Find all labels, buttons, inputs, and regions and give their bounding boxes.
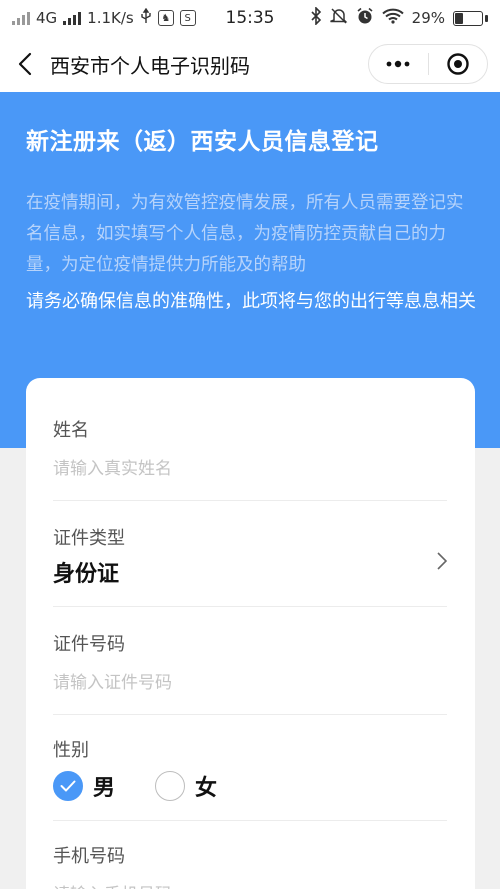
hero-title: 新注册来（返）西安人员信息登记 <box>26 129 379 155</box>
battery-percent: 29% <box>411 9 445 27</box>
name-field[interactable]: 姓名 请输入真实姓名 <box>53 416 447 479</box>
mute-bell-icon <box>329 7 348 29</box>
id-number-label: 证件号码 <box>53 634 125 655</box>
close-miniprogram-button[interactable] <box>429 45 488 83</box>
divider <box>53 606 447 607</box>
registration-form-card: 姓名 请输入真实姓名 证件类型 身份证 证件号码 请输入证件号码 性别 男 女 <box>26 378 475 889</box>
battery-icon <box>453 10 488 26</box>
id-type-label: 证件类型 <box>53 528 125 549</box>
gender-female-label: 女 <box>195 776 218 801</box>
gender-male-label: 男 <box>93 776 116 801</box>
back-button[interactable] <box>0 36 50 92</box>
bluetooth-icon <box>310 6 322 29</box>
status-bar: 4G 1.1K/s ♞ S 15:35 29% <box>0 0 500 36</box>
phone-field[interactable]: 手机号码 请输入手机号码 <box>53 842 447 889</box>
hero-description: 在疫情期间，为有效管控疫情发展，所有人员需要登记实名信息，如实填写个人信息，为疫… <box>26 193 464 275</box>
app-notification-icon: ♞ <box>157 10 174 26</box>
signal-strength-icon <box>63 11 82 25</box>
hero-note: 请务必确保信息的准确性，此项将与您的出行等息息相关 <box>26 291 476 312</box>
signal-icon <box>12 11 30 25</box>
alarm-icon <box>356 7 374 29</box>
phone-input[interactable]: 请输入手机号码 <box>53 880 447 889</box>
name-label: 姓名 <box>53 420 89 441</box>
s-notification-icon: S <box>179 10 196 26</box>
chevron-right-icon <box>437 552 447 570</box>
usb-icon <box>140 7 152 28</box>
chevron-left-icon <box>18 52 32 76</box>
divider <box>53 820 447 821</box>
network-speed: 1.1K/s <box>87 9 134 27</box>
gender-radio-group: 男 女 <box>53 770 447 802</box>
target-circle-icon <box>447 53 469 75</box>
status-left: 4G 1.1K/s ♞ S <box>12 7 196 28</box>
id-number-input[interactable]: 请输入证件号码 <box>53 668 447 693</box>
wifi-icon <box>381 8 404 28</box>
divider <box>53 500 447 501</box>
network-type: 4G <box>36 9 58 27</box>
name-input[interactable]: 请输入真实姓名 <box>53 454 447 479</box>
more-dots-icon <box>386 60 410 68</box>
id-type-select[interactable]: 身份证 <box>53 556 447 588</box>
phone-label: 手机号码 <box>53 846 125 867</box>
miniprogram-capsule <box>368 44 488 84</box>
radio-unchecked-icon <box>155 771 186 801</box>
radio-checked-icon <box>53 771 83 801</box>
nav-bar: 西安市个人电子识别码 <box>0 36 500 92</box>
divider <box>53 714 447 715</box>
gender-label: 性别 <box>53 740 89 761</box>
id-number-field[interactable]: 证件号码 请输入证件号码 <box>53 630 447 693</box>
more-button[interactable] <box>369 45 428 83</box>
status-right: 29% <box>310 6 488 29</box>
id-type-field[interactable]: 证件类型 身份证 <box>53 524 447 588</box>
page-title: 西安市个人电子识别码 <box>50 53 250 78</box>
gender-female-radio[interactable]: 女 <box>155 770 217 802</box>
gender-field: 性别 男 女 <box>53 736 447 802</box>
gender-male-radio[interactable]: 男 <box>53 770 115 802</box>
